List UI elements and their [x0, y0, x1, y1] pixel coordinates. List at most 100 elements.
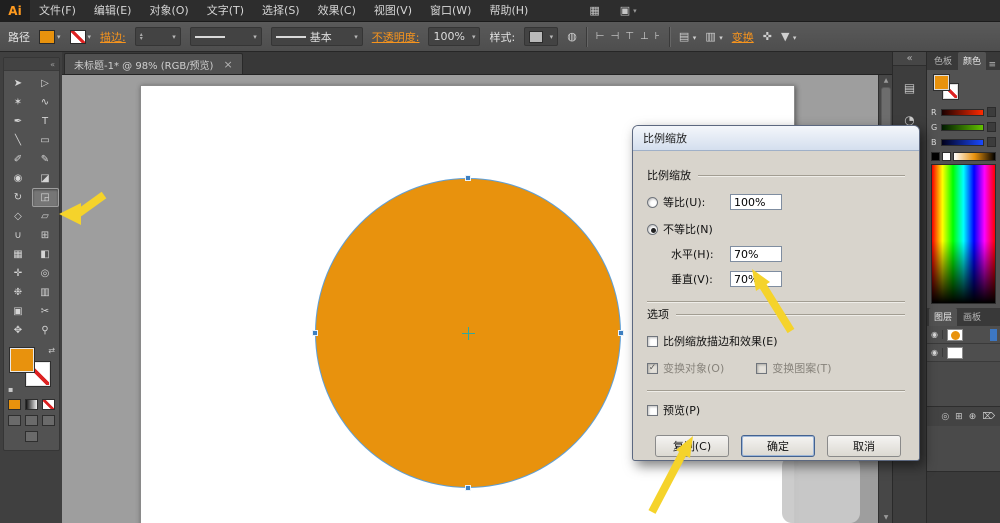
transform-patterns-checkbox[interactable] — [756, 363, 767, 374]
menu-window[interactable]: 窗口(W) — [421, 0, 480, 22]
free-transform-tool[interactable]: ▱ — [32, 207, 59, 226]
line-segment-tool[interactable]: ╲ — [5, 131, 32, 150]
recolor-artwork-icon[interactable]: ◍ — [567, 30, 577, 43]
perspective-grid-tool[interactable]: ⊞ — [32, 226, 59, 245]
new-sublayer-icon[interactable]: ⊞ — [955, 412, 963, 422]
align-right-icon[interactable]: ⊣ — [611, 31, 620, 42]
close-tab-icon[interactable]: × — [223, 58, 232, 71]
scale-strokes-checkbox[interactable] — [647, 336, 658, 347]
tools-collapse-button[interactable]: « — [4, 58, 59, 71]
tab-artboards[interactable]: 画板 — [958, 308, 986, 326]
non-uniform-radio[interactable] — [647, 224, 658, 235]
menu-file[interactable]: 文件(F) — [30, 0, 85, 22]
color-mode-button[interactable] — [8, 399, 21, 410]
blend-tool[interactable]: ◎ — [32, 264, 59, 283]
draw-normal-button[interactable] — [8, 415, 21, 426]
zoom-tool[interactable]: ⚲ — [32, 321, 59, 340]
artboard-tool[interactable]: ▣ — [5, 302, 32, 321]
dialog-title-bar[interactable]: 比例缩放 — [633, 126, 919, 151]
menu-effect[interactable]: 效果(C) — [309, 0, 365, 22]
menu-help[interactable]: 帮助(H) — [480, 0, 537, 22]
gradient-tool[interactable]: ◧ — [32, 245, 59, 264]
selection-tool[interactable]: ➤ — [5, 74, 32, 93]
arrange-documents-icon[interactable]: ▦ — [589, 4, 599, 17]
anchor-point-top[interactable] — [465, 175, 471, 181]
new-layer-icon[interactable]: ⊕ — [969, 412, 977, 422]
menu-object[interactable]: 对象(O) — [140, 0, 197, 22]
cancel-button[interactable]: 取消 — [827, 435, 901, 457]
color-spectrum[interactable] — [931, 164, 996, 304]
scroll-up-icon[interactable]: ▲ — [879, 77, 893, 84]
eraser-tool[interactable]: ◪ — [32, 169, 59, 188]
width-profile-combo[interactable]: ▾ — [190, 27, 262, 46]
direct-selection-tool[interactable]: ▷ — [32, 74, 59, 93]
vertical-input[interactable] — [730, 271, 782, 287]
tab-swatches[interactable]: 色板 — [929, 52, 957, 70]
opacity-link[interactable]: 不透明度: — [372, 29, 420, 45]
stroke-color-dropdown[interactable]: ▾ — [70, 30, 92, 44]
layer-row-2[interactable]: ◉ — [927, 344, 1000, 362]
opacity-combo[interactable]: 100% ▾ — [428, 27, 480, 46]
rotate-tool[interactable]: ↻ — [5, 188, 32, 207]
screen-mode-button[interactable] — [25, 431, 38, 442]
red-slider[interactable] — [941, 109, 984, 116]
eyedropper-tool[interactable]: ✛ — [5, 264, 32, 283]
isolate-selection-icon[interactable]: ✜ — [763, 30, 772, 43]
green-value-field[interactable] — [987, 122, 996, 132]
paintbrush-tool[interactable]: ✐ — [5, 150, 32, 169]
red-value-field[interactable] — [987, 107, 996, 117]
align-bottom-icon[interactable]: ⊥ — [640, 31, 649, 42]
horizontal-input[interactable] — [730, 246, 782, 262]
color-ramp[interactable] — [953, 152, 996, 161]
brush-definition-combo[interactable]: 基本 ▾ — [271, 27, 363, 46]
style-combo[interactable]: ▾ — [524, 27, 558, 46]
rectangle-tool[interactable]: ▭ — [32, 131, 59, 150]
align-left-icon[interactable]: ⊢ — [596, 31, 605, 42]
proxy-fill-well[interactable] — [934, 75, 949, 90]
workspace-switcher[interactable]: ▣▾ — [620, 4, 637, 17]
menu-type[interactable]: 文字(T) — [198, 0, 253, 22]
menu-view[interactable]: 视图(V) — [365, 0, 421, 22]
anchor-point-right[interactable] — [618, 330, 624, 336]
black-swatch[interactable] — [931, 152, 940, 161]
draw-behind-button[interactable] — [25, 415, 38, 426]
width-tool[interactable]: ◇ — [5, 207, 32, 226]
mesh-tool[interactable]: ▦ — [5, 245, 32, 264]
symbol-sprayer-tool[interactable]: ❉ — [5, 283, 32, 302]
stroke-weight-combo[interactable]: ▴▾ ▾ — [135, 27, 181, 46]
select-similar-icon[interactable]: ▼ ▾ — [781, 30, 796, 43]
blob-brush-tool[interactable]: ◉ — [5, 169, 32, 188]
menu-select[interactable]: 选择(S) — [253, 0, 309, 22]
shape-builder-tool[interactable]: ∪ — [5, 226, 32, 245]
transform-link[interactable]: 变换 — [732, 29, 754, 45]
swatches-panel-icon[interactable]: ▤ — [899, 78, 921, 98]
scroll-down-icon[interactable]: ▼ — [879, 514, 893, 521]
tab-layers[interactable]: 图层 — [929, 308, 957, 326]
stroke-weight-spinner[interactable]: ▴▾ — [140, 33, 143, 41]
magic-wand-tool[interactable]: ✶ — [5, 93, 32, 112]
slice-tool[interactable]: ✂ — [32, 302, 59, 321]
align-center-icon[interactable]: ⊦ — [655, 31, 660, 42]
document-tab[interactable]: 未标题-1* @ 98% (RGB/预览) × — [64, 53, 243, 74]
none-mode-button[interactable] — [42, 399, 55, 410]
lasso-tool[interactable]: ∿ — [32, 93, 59, 112]
fill-color-well[interactable] — [10, 348, 34, 372]
column-graph-tool[interactable]: ▥ — [32, 283, 59, 302]
hand-tool[interactable]: ✥ — [5, 321, 32, 340]
stroke-link[interactable]: 描边: — [100, 29, 126, 45]
white-swatch[interactable] — [942, 152, 951, 161]
tab-color[interactable]: 颜色 — [958, 52, 986, 70]
make-clip-mask-icon[interactable]: ◎ — [941, 412, 949, 422]
visibility-eye-icon[interactable]: ◉ — [927, 330, 943, 339]
panel-menu-icon[interactable]: ≡ — [988, 60, 998, 70]
anchor-point-bottom[interactable] — [465, 485, 471, 491]
delete-layer-icon[interactable]: ⌦ — [982, 412, 995, 422]
expand-panels-icon[interactable]: « — [893, 52, 926, 66]
uniform-input[interactable] — [730, 194, 782, 210]
arrange-option-2-icon[interactable]: ▥ ▾ — [705, 30, 722, 43]
gradient-mode-button[interactable] — [25, 399, 38, 410]
preview-checkbox[interactable] — [647, 405, 658, 416]
green-slider[interactable] — [941, 124, 984, 131]
pencil-tool[interactable]: ✎ — [32, 150, 59, 169]
align-top-icon[interactable]: ⊤ — [625, 31, 634, 42]
